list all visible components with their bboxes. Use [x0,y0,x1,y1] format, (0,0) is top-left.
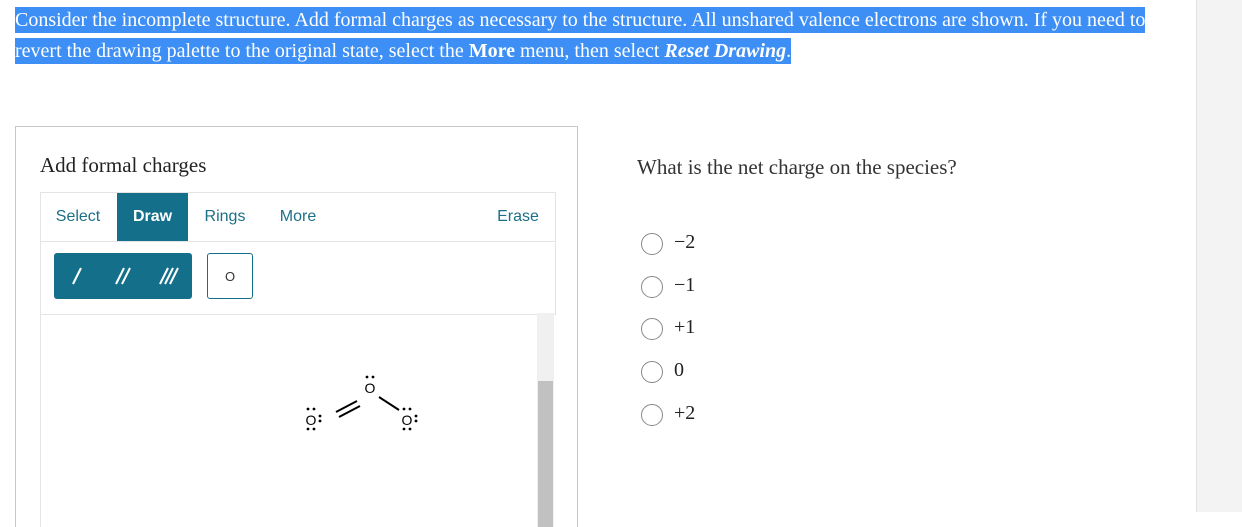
atom-label: O [306,412,317,428]
radio-button[interactable] [641,276,663,298]
double-bond-button[interactable] [100,253,146,299]
tab-select[interactable]: Select [41,193,115,241]
canvas-scrollbar[interactable] [537,313,554,527]
radio-button[interactable] [641,361,663,383]
drawing-toolbar: Select Draw Rings More Erase O [40,192,556,315]
drawing-panel: Add formal charges Select Draw Rings Mor… [15,126,578,527]
single-bond-button[interactable] [54,253,100,299]
oxygen-atom-middle[interactable]: O [365,375,376,396]
oxygen-atom-button[interactable]: O [207,253,253,299]
choice-label: +1 [674,316,696,338]
tab-rings[interactable]: Rings [193,193,257,241]
double-bond[interactable] [335,400,361,418]
double-bond-icon [115,267,131,285]
radio-button[interactable] [641,404,663,426]
choice-label: −1 [674,274,696,296]
radio-button[interactable] [641,318,663,340]
scrollbar-thumb[interactable] [538,381,553,527]
instructions: Consider the incomplete structure. Add f… [15,5,1185,67]
molecule-structure: O O O [306,375,418,431]
atom-label: O [365,380,376,396]
oxygen-atom-left[interactable]: O [306,407,322,431]
drawing-canvas[interactable]: O O O [40,313,555,527]
panel-title: Add formal charges [40,153,207,177]
triple-bond-button[interactable] [146,253,192,299]
instructions-highlight: Consider the incomplete structure. Add f… [15,7,1146,64]
choice-label: +2 [674,402,696,424]
instructions-more: More [468,40,515,62]
toolbar-tabs: Select Draw Rings More Erase [41,193,555,242]
question-prompt: What is the net charge on the species? [637,155,957,179]
atom-label: O [402,412,413,428]
instructions-reset-drawing: Reset Drawing [664,40,787,62]
radio-button[interactable] [641,233,663,255]
choice-label: −2 [674,231,696,253]
triple-bond-icon [159,267,179,285]
single-bond-icon [72,267,82,285]
instructions-text-2: menu, then select [515,40,665,62]
tab-erase[interactable]: Erase [484,193,552,241]
single-bond[interactable] [378,396,400,411]
instructions-period: . [786,40,792,62]
bond-tool-group [54,253,192,299]
oxygen-atom-right[interactable]: O [402,407,418,431]
tab-more[interactable]: More [266,193,330,241]
tab-draw[interactable]: Draw [117,193,188,241]
right-sidebar [1196,0,1242,512]
choice-label: 0 [674,359,684,381]
